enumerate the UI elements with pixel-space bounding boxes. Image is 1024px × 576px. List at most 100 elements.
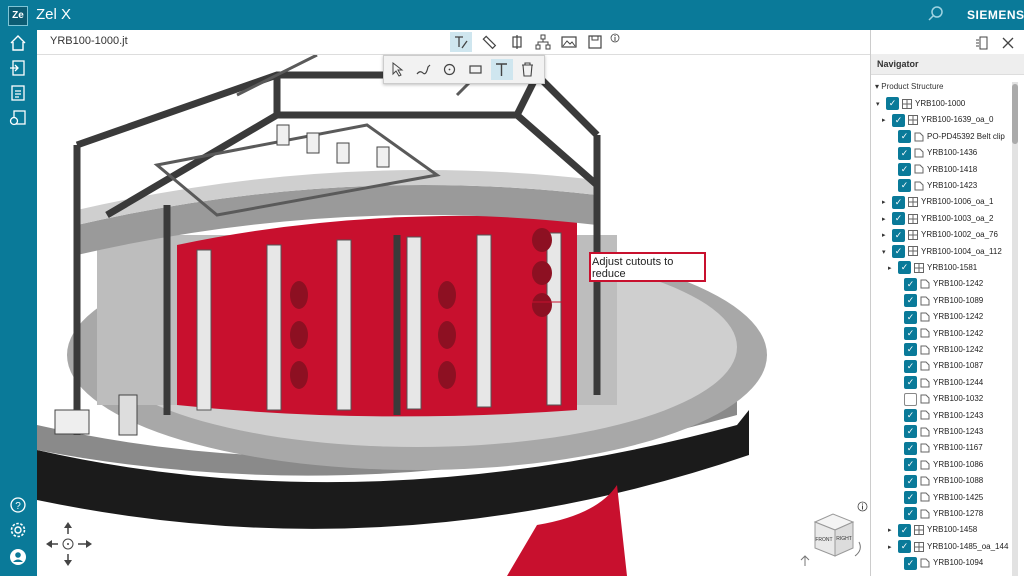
visibility-checkbox[interactable]: ✓ xyxy=(898,540,911,554)
tree-item[interactable]: ✓ YRB100-1242 xyxy=(894,309,983,325)
expand-icon[interactable]: ▾ xyxy=(882,245,892,261)
collapse-icon[interactable]: ▾ xyxy=(875,82,879,91)
tree-item[interactable]: ▸ ✓ YRB100-1485_oa_144 xyxy=(888,539,1008,555)
visibility-checkbox[interactable]: ✓ xyxy=(898,162,911,176)
freehand-icon[interactable] xyxy=(413,59,435,80)
view-cube[interactable]: FRONT RIGHT xyxy=(797,510,867,572)
tree-item[interactable]: ✓ YRB100-1167 xyxy=(894,440,983,456)
tree-item[interactable]: ▸ ✓ YRB100-1581 xyxy=(888,260,977,276)
markup-text-annotation[interactable]: Adjust cutouts to reduce xyxy=(589,252,706,282)
select-icon[interactable] xyxy=(387,59,409,80)
tree-item[interactable]: ✓ YRB100-1242 xyxy=(894,276,983,292)
visibility-checkbox[interactable]: ✓ xyxy=(904,343,917,357)
tree-item[interactable]: ▸ ✓ YRB100-1002_oa_76 xyxy=(882,227,998,243)
product-structure-header[interactable]: ▾ Product Structure xyxy=(875,82,944,91)
3d-model-render[interactable] xyxy=(37,55,870,576)
visibility-checkbox[interactable]: ✓ xyxy=(904,376,917,390)
user-icon[interactable] xyxy=(9,548,27,566)
navigator-scrollbar[interactable] xyxy=(1012,82,1018,576)
tree-item[interactable]: ✓ YRB100-1244 xyxy=(894,375,983,391)
markup-icon[interactable] xyxy=(450,32,472,52)
expand-icon[interactable]: ▸ xyxy=(882,195,892,211)
visibility-checkbox[interactable]: ✓ xyxy=(904,326,917,340)
visibility-checkbox[interactable]: ✓ xyxy=(904,392,917,406)
delete-icon[interactable] xyxy=(517,59,539,80)
3d-viewport[interactable]: FRONT RIGHT xyxy=(37,55,870,576)
visibility-checkbox[interactable]: ✓ xyxy=(904,490,917,504)
expand-icon[interactable]: ▸ xyxy=(888,540,898,556)
tree-item[interactable]: ✓ YRB100-1086 xyxy=(894,457,983,473)
visibility-checkbox[interactable]: ✓ xyxy=(904,425,917,439)
visibility-checkbox[interactable]: ✓ xyxy=(904,310,917,324)
expand-icon[interactable]: ▸ xyxy=(882,113,892,129)
tree-item[interactable]: ✓ YRB100-1436 xyxy=(888,145,977,161)
expand-icon[interactable]: ▸ xyxy=(882,228,892,244)
visibility-checkbox[interactable]: ✓ xyxy=(892,212,905,226)
search-icon[interactable] xyxy=(928,6,944,27)
expand-icon[interactable]: ▾ xyxy=(876,97,886,113)
visibility-checkbox[interactable]: ✓ xyxy=(904,441,917,455)
document-tab[interactable]: YRB100-1000.jt xyxy=(50,35,128,47)
visibility-checkbox[interactable]: ✓ xyxy=(886,97,899,111)
pan-navigation-control[interactable] xyxy=(43,518,97,570)
visibility-checkbox[interactable]: ✓ xyxy=(898,261,911,275)
tree-item[interactable]: ✓ YRB100-1278 xyxy=(894,506,983,522)
tree-item[interactable]: ✓ PO-PD45392 Belt clip xyxy=(888,129,1005,145)
structure-icon[interactable] xyxy=(532,32,554,52)
tree-item[interactable]: ✓ YRB100-1088 xyxy=(894,473,983,489)
expand-icon[interactable]: ▸ xyxy=(888,523,898,539)
visibility-checkbox[interactable]: ✓ xyxy=(904,507,917,521)
tree-item[interactable]: ✓ YRB100-1242 xyxy=(894,326,983,342)
rectangle-icon[interactable] xyxy=(465,59,487,80)
measure-icon[interactable] xyxy=(478,32,500,52)
save-icon[interactable] xyxy=(584,32,606,52)
visibility-checkbox[interactable]: ✓ xyxy=(892,113,905,127)
visibility-checkbox[interactable]: ✓ xyxy=(904,474,917,488)
visibility-checkbox[interactable]: ✓ xyxy=(898,523,911,537)
tree-item[interactable]: ✓ YRB100-1094 xyxy=(894,555,983,571)
visibility-checkbox[interactable]: ✓ xyxy=(892,244,905,258)
info-icon[interactable] xyxy=(608,32,622,52)
visibility-checkbox[interactable]: ✓ xyxy=(904,294,917,308)
visibility-checkbox[interactable]: ✓ xyxy=(892,228,905,242)
expand-icon[interactable]: ▸ xyxy=(888,261,898,277)
tree-item[interactable]: ✓ YRB100-1418 xyxy=(888,162,977,178)
help-icon[interactable]: ? xyxy=(9,496,27,514)
visibility-checkbox[interactable]: ✓ xyxy=(904,556,917,570)
tree-item[interactable]: ▾ ✓ YRB100-1000 xyxy=(876,96,965,112)
close-icon[interactable] xyxy=(1001,36,1015,55)
tree-item[interactable]: ▾ ✓ YRB100-1004_oa_112 xyxy=(882,244,1002,260)
tree-item[interactable]: ✓ YRB100-1089 xyxy=(894,293,983,309)
visibility-checkbox[interactable]: ✓ xyxy=(898,179,911,193)
visibility-checkbox[interactable]: ✓ xyxy=(904,458,917,472)
tree-item[interactable]: ▸ ✓ YRB100-1639_oa_0 xyxy=(882,112,994,128)
tree-item[interactable]: ✓ YRB100-1087 xyxy=(894,358,983,374)
tree-item[interactable]: ▸ ✓ YRB100-1006_oa_1 xyxy=(882,194,994,210)
circle-icon[interactable] xyxy=(439,59,461,80)
panel-toggle-icon[interactable] xyxy=(975,36,989,55)
import-icon[interactable] xyxy=(9,59,27,77)
workflow-icon[interactable] xyxy=(9,109,27,127)
report-icon[interactable] xyxy=(9,84,27,102)
tree-item[interactable]: ▸ ✓ YRB100-1003_oa_2 xyxy=(882,211,994,227)
section-icon[interactable] xyxy=(506,32,528,52)
tree-item[interactable]: ✓ YRB100-1242 xyxy=(894,342,983,358)
tree-item[interactable]: ✓ YRB100-1425 xyxy=(894,490,983,506)
tree-item[interactable]: ▸ ✓ YRB100-1458 xyxy=(888,522,977,538)
tree-item[interactable]: ✓ YRB100-1032 xyxy=(894,391,983,407)
home-icon[interactable] xyxy=(9,34,27,52)
image-icon[interactable] xyxy=(558,32,580,52)
text-icon[interactable] xyxy=(491,59,513,80)
visibility-checkbox[interactable]: ✓ xyxy=(904,359,917,373)
visibility-checkbox[interactable]: ✓ xyxy=(898,146,911,160)
navigator-scrollbar-thumb[interactable] xyxy=(1012,84,1018,144)
visibility-checkbox[interactable]: ✓ xyxy=(892,195,905,209)
visibility-checkbox[interactable]: ✓ xyxy=(898,130,911,144)
tree-item[interactable]: ✓ YRB100-1423 xyxy=(888,178,977,194)
visibility-checkbox[interactable]: ✓ xyxy=(904,408,917,422)
expand-icon[interactable]: ▸ xyxy=(882,212,892,228)
visibility-checkbox[interactable]: ✓ xyxy=(904,277,917,291)
tree-item[interactable]: ✓ YRB100-1243 xyxy=(894,424,983,440)
settings-icon[interactable] xyxy=(9,521,27,539)
tree-item[interactable]: ✓ YRB100-1243 xyxy=(894,408,983,424)
